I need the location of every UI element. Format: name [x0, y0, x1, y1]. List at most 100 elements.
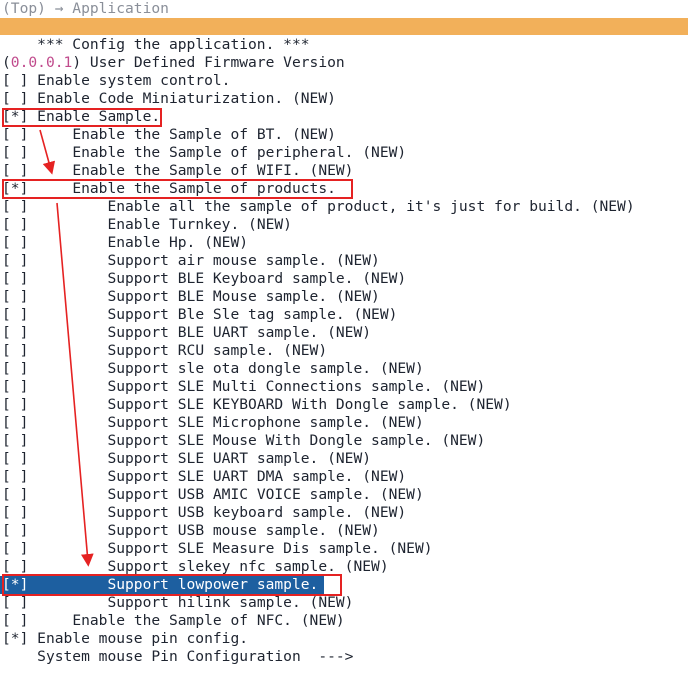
checkbox[interactable]: [ ]: [2, 144, 28, 162]
checkbox[interactable]: [ ]: [2, 522, 28, 540]
menu-item[interactable]: [ ] Enable Hp. (NEW): [0, 234, 688, 252]
version-value: 0.0.0.1: [10, 54, 73, 71]
menu-item-label: Support sle ota dongle sample. (NEW): [107, 360, 424, 377]
checkbox[interactable]: [ ]: [2, 594, 28, 612]
menu-item-label: Enable mouse pin config.: [37, 630, 249, 647]
menu-heading: *** Config the application. ***: [37, 36, 310, 53]
menu-item[interactable]: [ ] Support SLE KEYBOARD With Dongle sam…: [0, 396, 688, 414]
checkbox[interactable]: [ ]: [2, 450, 28, 468]
menu-item-label: Support RCU sample. (NEW): [107, 342, 328, 359]
menuconfig-window: (Top) → Application *** Config the appli…: [0, 0, 688, 676]
menu-item-label: Support air mouse sample. (NEW): [107, 252, 380, 269]
menu-item[interactable]: [ ] Support SLE UART sample. (NEW): [0, 450, 688, 468]
menu-item[interactable]: [ ] Enable the Sample of BT. (NEW): [0, 126, 688, 144]
menu-item[interactable]: [ ] Support BLE UART sample. (NEW): [0, 324, 688, 342]
checkbox[interactable]: [ ]: [2, 288, 28, 306]
menu-item-label: Support slekey nfc sample. (NEW): [107, 558, 389, 575]
menu-item[interactable]: [ ] Enable Turnkey. (NEW): [0, 216, 688, 234]
menu-item[interactable]: [ ] Support air mouse sample. (NEW): [0, 252, 688, 270]
checkbox[interactable]: [ ]: [2, 252, 28, 270]
menu-item-label: Enable Hp. (NEW): [107, 234, 249, 251]
menu-item[interactable]: [ ] Enable system control.: [0, 72, 688, 90]
menu-item[interactable]: [ ] Enable the Sample of WIFI. (NEW): [0, 162, 688, 180]
menu-item[interactable]: [ ] Enable all the sample of product, it…: [0, 198, 688, 216]
checkbox[interactable]: [ ]: [2, 378, 28, 396]
checkbox[interactable]: [ ]: [2, 396, 28, 414]
menu-item-label: Support hilink sample. (NEW): [107, 594, 354, 611]
checkbox[interactable]: [ ]: [2, 270, 28, 288]
checkbox[interactable]: [ ]: [2, 216, 28, 234]
checkbox[interactable]: [ ]: [2, 72, 28, 90]
menu-item-label: Support SLE Mouse With Dongle sample. (N…: [107, 432, 486, 449]
menu-item-label: Support USB keyboard sample. (NEW): [107, 504, 407, 521]
menu-list: *** Config the application. *** (0.0.0.1…: [0, 36, 688, 666]
checkbox[interactable]: [ ]: [2, 234, 28, 252]
menu-item-label: Enable all the sample of product, it's j…: [107, 198, 635, 215]
menu-item[interactable]: [*] Enable mouse pin config.: [0, 630, 688, 648]
checkbox[interactable]: [ ]: [2, 486, 28, 504]
checkbox[interactable]: [ ]: [2, 198, 28, 216]
checkbox[interactable]: [ ]: [2, 306, 28, 324]
checkbox[interactable]: [ ]: [2, 540, 28, 558]
menu-item-firmware-version[interactable]: (0.0.0.1) User Defined Firmware Version: [0, 54, 688, 72]
title-bar: [0, 18, 688, 35]
menu-item-pin-config[interactable]: System mouse Pin Configuration --->: [0, 648, 688, 666]
menu-item[interactable]: [ ] Support SLE UART DMA sample. (NEW): [0, 468, 688, 486]
menu-item[interactable]: [ ] Support RCU sample. (NEW): [0, 342, 688, 360]
menu-item[interactable]: [ ] Support SLE Multi Connections sample…: [0, 378, 688, 396]
menu-item[interactable]: [ ] Support SLE Microphone sample. (NEW): [0, 414, 688, 432]
menu-item-label: Support BLE UART sample. (NEW): [107, 324, 372, 341]
menu-item[interactable]: [ ] Support SLE Measure Dis sample. (NEW…: [0, 540, 688, 558]
annotation-box-products: [2, 179, 353, 199]
menu-item[interactable]: [ ] Support Ble Sle tag sample. (NEW): [0, 306, 688, 324]
checkbox[interactable]: [ ]: [2, 504, 28, 522]
menu-item[interactable]: [ ] Support BLE Mouse sample. (NEW): [0, 288, 688, 306]
menu-item[interactable]: [ ] Support sle ota dongle sample. (NEW): [0, 360, 688, 378]
menu-item-label: Support SLE Microphone sample. (NEW): [107, 414, 424, 431]
checkbox[interactable]: [ ]: [2, 342, 28, 360]
checkbox[interactable]: [*]: [2, 630, 28, 648]
menu-item[interactable]: [ ] Support USB keyboard sample. (NEW): [0, 504, 688, 522]
menu-item[interactable]: [ ] Enable the Sample of NFC. (NEW): [0, 612, 688, 630]
menu-item[interactable]: [ ] Support USB mouse sample. (NEW): [0, 522, 688, 540]
menu-item[interactable]: [ ] Support BLE Keyboard sample. (NEW): [0, 270, 688, 288]
menu-item-label: Support SLE Measure Dis sample. (NEW): [107, 540, 433, 557]
checkbox[interactable]: [ ]: [2, 90, 28, 108]
checkbox[interactable]: [ ]: [2, 432, 28, 450]
checkbox[interactable]: [ ]: [2, 360, 28, 378]
checkbox[interactable]: [ ]: [2, 468, 28, 486]
menu-item-label: Enable the Sample of NFC. (NEW): [72, 612, 345, 629]
checkbox[interactable]: [ ]: [2, 162, 28, 180]
menu-item-label: Support SLE UART DMA sample. (NEW): [107, 468, 407, 485]
annotation-box-enable-sample: [2, 108, 162, 127]
checkbox[interactable]: [ ]: [2, 612, 28, 630]
menu-item[interactable]: [ ] Enable the Sample of peripheral. (NE…: [0, 144, 688, 162]
menu-item[interactable]: [ ] Enable Code Miniaturization. (NEW): [0, 90, 688, 108]
checkbox[interactable]: [ ]: [2, 414, 28, 432]
menu-item[interactable]: [ ] Support hilink sample. (NEW): [0, 594, 688, 612]
menu-item-label: Enable Code Miniaturization. (NEW): [37, 90, 336, 107]
menu-item-label: Support SLE UART sample. (NEW): [107, 450, 372, 467]
menu-item[interactable]: [ ] Support USB AMIC VOICE sample. (NEW): [0, 486, 688, 504]
menu-item[interactable]: [ ] Support SLE Mouse With Dongle sample…: [0, 432, 688, 450]
checkbox[interactable]: [ ]: [2, 324, 28, 342]
checkbox[interactable]: [ ]: [2, 126, 28, 144]
menu-item-label: Enable Turnkey. (NEW): [107, 216, 292, 233]
annotation-box-lowpower: [2, 574, 342, 596]
